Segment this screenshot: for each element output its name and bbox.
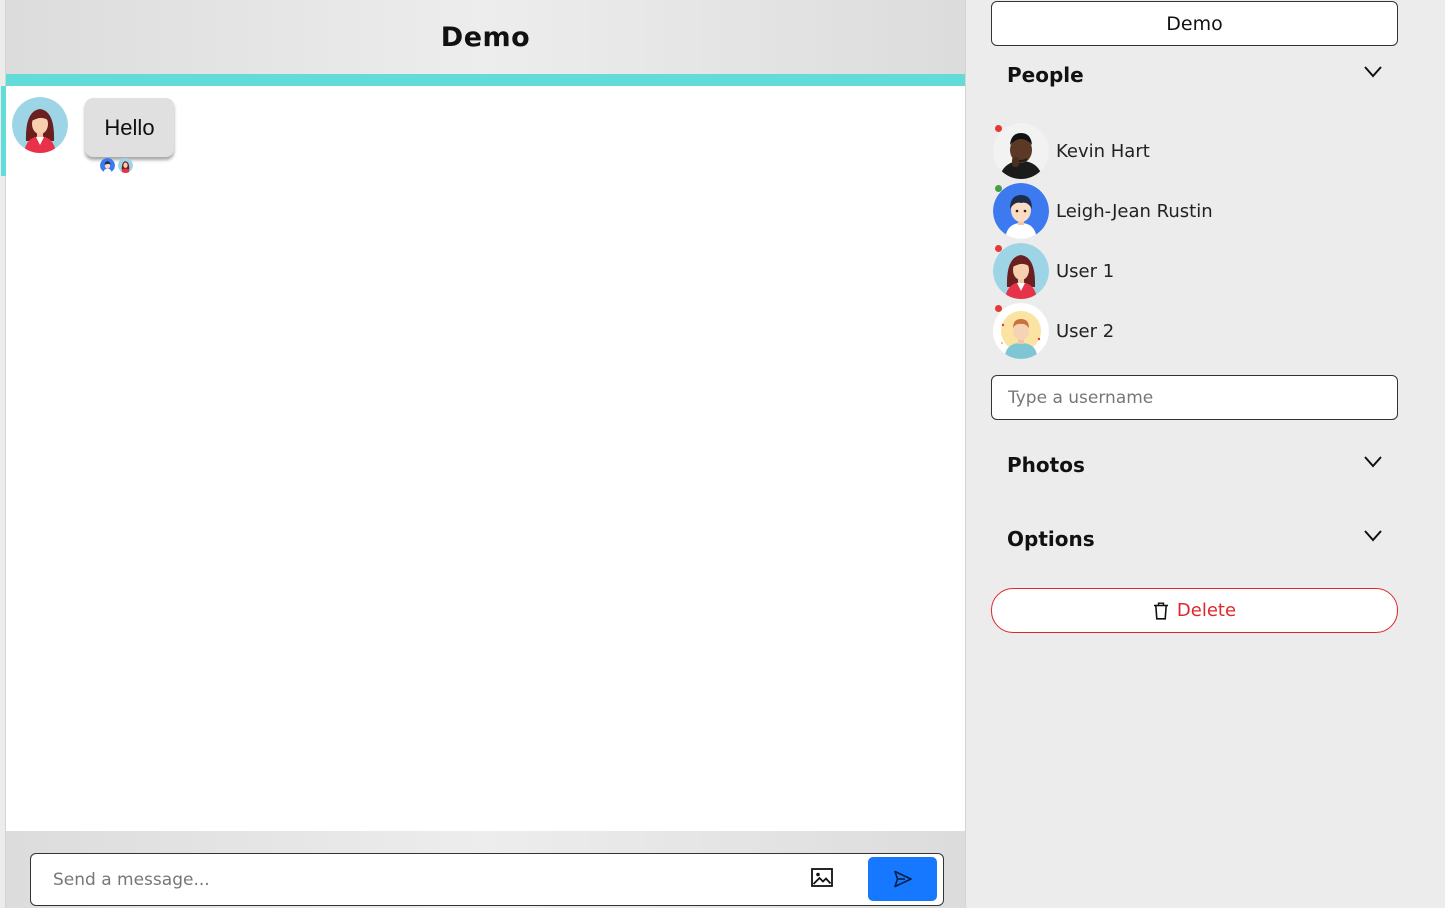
read-receipt-avatar	[100, 158, 115, 173]
chat-title: Demo	[440, 21, 531, 53]
delete-label: Delete	[1176, 600, 1237, 621]
chevron-down-icon	[1364, 66, 1382, 78]
person-name: Kevin Hart	[1056, 140, 1150, 162]
sender-avatar[interactable]	[12, 97, 68, 153]
photos-section-header[interactable]: Photos	[991, 447, 1398, 487]
person-user-2[interactable]: User 2	[993, 302, 1393, 360]
options-section-title: Options	[1007, 527, 1095, 551]
avatar	[993, 183, 1049, 239]
message-row: Hello	[12, 97, 174, 173]
status-dot-offline	[995, 305, 1002, 312]
image-icon	[811, 868, 833, 887]
avatar	[993, 303, 1049, 359]
options-section-header[interactable]: Options	[991, 521, 1398, 561]
status-dot-online	[995, 185, 1002, 192]
message-composer	[30, 853, 944, 906]
status-dot-offline	[995, 245, 1002, 252]
chat-title-button[interactable]: Demo	[991, 1, 1398, 46]
chevron-down-icon	[1364, 456, 1382, 468]
send-icon	[893, 870, 912, 888]
message-bubble[interactable]: Hello	[85, 98, 174, 157]
composer-bar	[6, 831, 965, 908]
chat-header: Demo	[6, 0, 965, 74]
person-user-1[interactable]: User 1	[993, 242, 1393, 300]
message-text: Hello	[104, 114, 155, 140]
person-leigh-jean-rustin[interactable]: Leigh-Jean Rustin	[993, 182, 1393, 240]
delete-chat-button[interactable]: Delete	[991, 588, 1398, 633]
read-receipt-avatar	[118, 158, 133, 173]
message-input[interactable]	[53, 866, 793, 894]
send-button[interactable]	[868, 857, 937, 901]
person-name: User 1	[1056, 260, 1115, 282]
read-receipts	[100, 158, 133, 173]
sidebar: Demo People Kevin Hart Leigh-Jean Rustin…	[991, 0, 1398, 908]
image-upload-button[interactable]	[811, 868, 835, 890]
avatar	[993, 243, 1049, 299]
people-section-title: People	[1007, 63, 1084, 87]
person-name: Leigh-Jean Rustin	[1056, 200, 1213, 222]
chevron-down-icon	[1364, 530, 1382, 542]
person-name: User 2	[1056, 320, 1115, 342]
username-input[interactable]	[1008, 385, 1378, 411]
message-accent-bar	[1, 86, 6, 176]
status-dot-offline	[995, 125, 1002, 132]
header-accent-bar	[6, 74, 965, 86]
person-kevin-hart[interactable]: Kevin Hart	[993, 122, 1393, 180]
trash-icon	[1153, 602, 1168, 620]
username-field	[991, 375, 1398, 420]
photos-section-title: Photos	[1007, 453, 1085, 477]
avatar	[993, 123, 1049, 179]
chat-app: Demo Hello Send a message... Demo People…	[0, 0, 1445, 908]
chat-panel: Demo Hello	[1, 0, 966, 908]
people-section-header[interactable]: People	[991, 57, 1398, 97]
